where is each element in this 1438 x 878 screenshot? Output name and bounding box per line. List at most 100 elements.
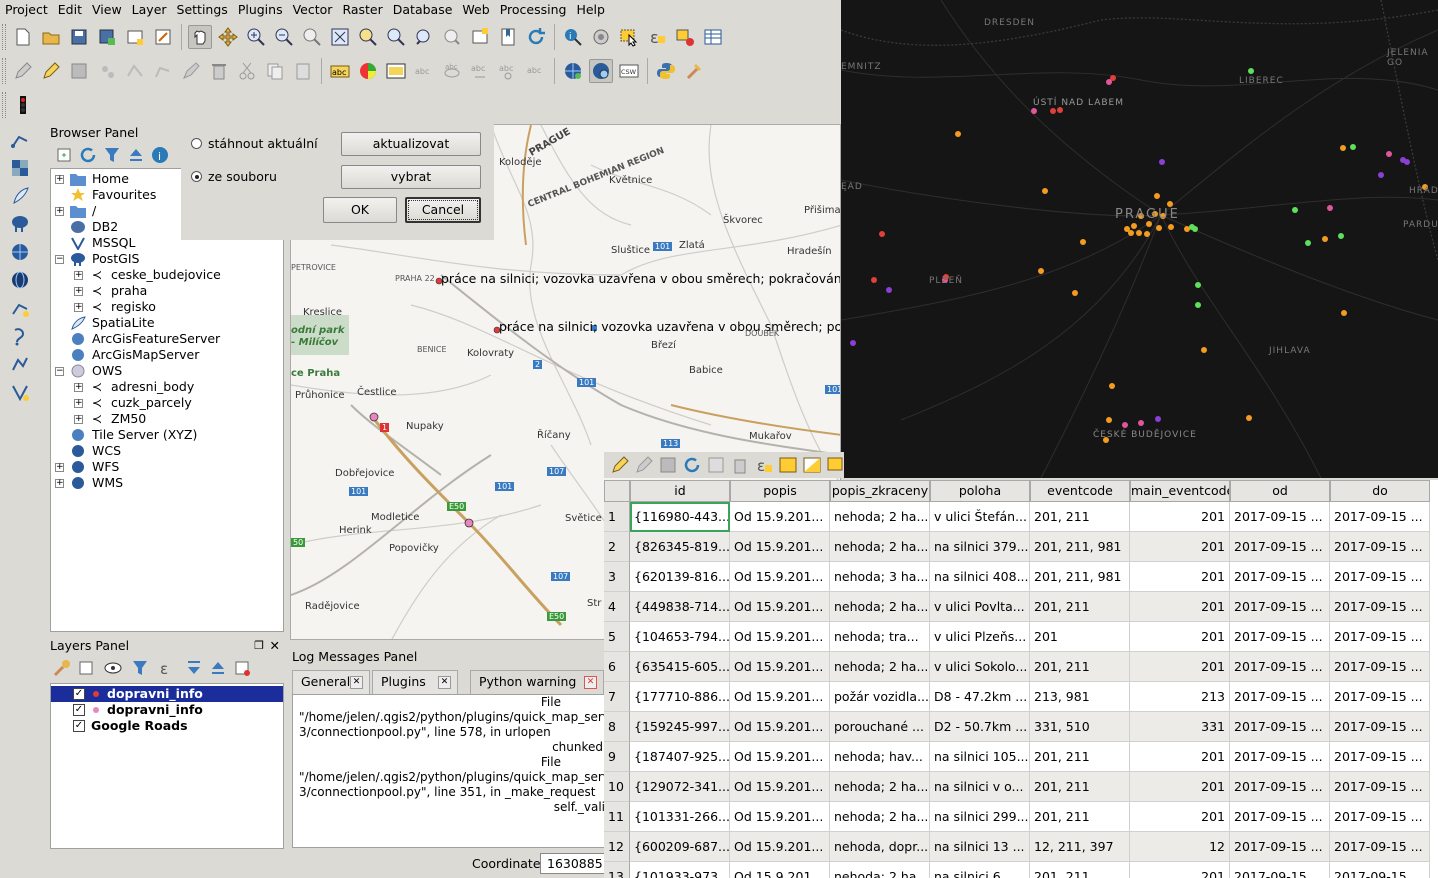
tree-ceske-budejovice[interactable]: + ≺ ceske_budejovice <box>55 267 283 283</box>
table-cell-popis-zkraceny[interactable]: nehoda; 2 ha... <box>830 532 930 562</box>
collapse-all-layers-icon[interactable] <box>208 656 228 680</box>
collapse-icon[interactable]: − <box>55 254 64 264</box>
zoom-next-icon[interactable] <box>440 25 464 49</box>
table-cell-id[interactable]: {159245-997... <box>630 712 730 742</box>
expand-icon[interactable]: + <box>74 382 83 392</box>
table-cell-popis[interactable]: Od 15.9.201... <box>730 712 830 742</box>
table-cell-main-eventcode[interactable]: 201 <box>1130 802 1230 832</box>
add-wms-layer-icon[interactable] <box>561 59 585 83</box>
new-project-icon[interactable] <box>11 25 35 49</box>
table-cell-main-eventcode[interactable]: 12 <box>1130 832 1230 862</box>
table-cell-id[interactable]: {620139-816... <box>630 562 730 592</box>
event-point[interactable] <box>1159 159 1165 165</box>
table-cell-do[interactable]: 2017-09-15 ... <box>1330 742 1430 772</box>
info-icon[interactable]: i <box>150 143 170 167</box>
table-cell-main-eventcode[interactable]: 201 <box>1130 862 1230 878</box>
table-cell-do[interactable]: 2017-09-15 ... <box>1330 502 1430 532</box>
tab-plugins[interactable]: Plugins ✕ <box>372 670 458 694</box>
corner-header[interactable] <box>604 480 630 502</box>
table-cell-id[interactable]: {187407-925... <box>630 742 730 772</box>
event-point[interactable] <box>1341 310 1347 316</box>
invert-selection-icon[interactable] <box>802 453 822 477</box>
tab-python-warning[interactable]: Python warning ✕ <box>470 670 604 694</box>
tree-arcgis-map[interactable]: ArcGisMapServer <box>55 347 283 363</box>
table-cell-eventcode[interactable]: 201 <box>1030 622 1130 652</box>
save-project-icon[interactable] <box>67 25 91 49</box>
row-number[interactable]: 3 <box>604 562 630 592</box>
collapse-icon[interactable]: − <box>55 366 64 376</box>
event-point[interactable] <box>1156 225 1162 231</box>
plugin-tool-icon[interactable] <box>682 59 706 83</box>
add-spatialite-icon[interactable] <box>8 184 32 208</box>
select-expression-table-icon[interactable]: ε <box>754 453 774 477</box>
add-group-icon[interactable] <box>76 656 96 680</box>
table-cell-popis[interactable]: Od 15.9.201... <box>730 622 830 652</box>
move-label-icon[interactable]: abc <box>468 59 492 83</box>
event-point[interactable] <box>1192 226 1198 232</box>
table-cell-poloha[interactable]: na silnici 6 ... <box>930 862 1030 878</box>
row-number[interactable]: 11 <box>604 802 630 832</box>
table-cell-popis[interactable]: Od 15.9.201... <box>730 592 830 622</box>
row-number[interactable]: 7 <box>604 682 630 712</box>
change-label-icon[interactable]: abc <box>524 59 548 83</box>
table-cell-id[interactable]: {104653-794... <box>630 622 730 652</box>
table-cell-od[interactable]: 2017-09-15 ... <box>1230 622 1330 652</box>
modify-attributes-icon[interactable] <box>179 59 203 83</box>
rotate-label-icon[interactable]: abc <box>496 59 520 83</box>
row-number[interactable]: 6 <box>604 652 630 682</box>
event-point[interactable] <box>1122 422 1128 428</box>
table-cell-popis-zkraceny[interactable]: nehoda; tra... <box>830 622 930 652</box>
tree-adresni-body[interactable]: + ≺ adresni_body <box>55 379 283 395</box>
table-cell-eventcode[interactable]: 201, 211 <box>1030 802 1130 832</box>
close-tab-icon[interactable]: ✕ <box>438 676 451 689</box>
identify-icon[interactable]: i <box>561 25 585 49</box>
event-point[interactable] <box>1340 145 1346 151</box>
expand-icon[interactable]: + <box>55 174 64 184</box>
expression-filter-icon[interactable]: ε <box>154 656 180 680</box>
event-point[interactable] <box>955 131 961 137</box>
expand-icon[interactable]: + <box>74 398 83 408</box>
toolbar-grip[interactable] <box>2 24 6 50</box>
table-cell-eventcode[interactable]: 201, 211 <box>1030 592 1130 622</box>
tree-wcs[interactable]: WCS <box>55 443 283 459</box>
menu-help[interactable]: Help <box>571 0 610 20</box>
save-as-icon[interactable] <box>95 25 119 49</box>
menu-view[interactable]: View <box>87 0 127 20</box>
add-delimited-text-icon[interactable] <box>8 324 32 348</box>
table-cell-main-eventcode[interactable]: 201 <box>1130 622 1230 652</box>
menu-web[interactable]: Web <box>457 0 494 20</box>
table-cell-main-eventcode[interactable]: 201 <box>1130 652 1230 682</box>
ok-button[interactable]: OK <box>323 197 397 223</box>
browser-refresh-icon[interactable] <box>78 143 98 167</box>
layer-checkbox[interactable]: ✓ <box>73 688 85 700</box>
table-cell-id[interactable]: {101331-266... <box>630 802 730 832</box>
deselect-table-icon[interactable] <box>826 453 846 477</box>
csw-icon[interactable]: CSW <box>617 59 641 83</box>
event-point[interactable] <box>1106 417 1112 423</box>
add-line-icon[interactable] <box>123 59 147 83</box>
table-cell-do[interactable]: 2017-09-15 ... <box>1330 592 1430 622</box>
table-cell-eventcode[interactable]: 12, 211, 397 <box>1030 832 1130 862</box>
table-cell-main-eventcode[interactable]: 201 <box>1130 502 1230 532</box>
table-cell-popis[interactable]: Od 15.9.201... <box>730 742 830 772</box>
delete-feature-icon[interactable] <box>730 453 750 477</box>
table-cell-main-eventcode[interactable]: 201 <box>1130 532 1230 562</box>
event-point[interactable] <box>1080 239 1086 245</box>
table-cell-poloha[interactable]: v ulici Sokolo... <box>930 652 1030 682</box>
table-cell-eventcode[interactable]: 201, 211 <box>1030 772 1130 802</box>
table-cell-do[interactable]: 2017-09-15 ... <box>1330 682 1430 712</box>
table-cell-id[interactable]: {826345-819... <box>630 532 730 562</box>
event-point[interactable] <box>1155 416 1161 422</box>
menu-vector[interactable]: Vector <box>288 0 338 20</box>
row-number[interactable]: 9 <box>604 742 630 772</box>
expand-icon[interactable]: + <box>55 462 64 472</box>
table-cell-do[interactable]: 2017-09-15 ... <box>1330 832 1430 862</box>
table-cell-od[interactable]: 2017-09-15 ... <box>1230 652 1330 682</box>
table-cell-od[interactable]: 2017-09-15 ... <box>1230 862 1330 878</box>
table-cell-popis-zkraceny[interactable]: nehoda; 3 ha... <box>830 562 930 592</box>
current-edits-icon[interactable] <box>11 59 35 83</box>
table-cell-main-eventcode[interactable]: 201 <box>1130 772 1230 802</box>
table-cell-main-eventcode[interactable]: 331 <box>1130 712 1230 742</box>
vertex-tool-icon[interactable] <box>151 59 175 83</box>
expand-icon[interactable]: + <box>74 414 83 424</box>
